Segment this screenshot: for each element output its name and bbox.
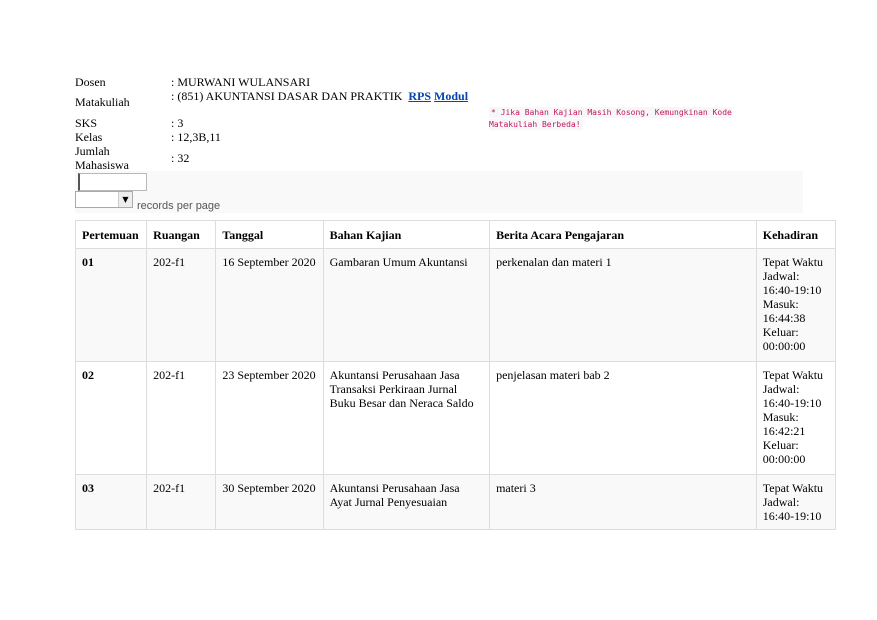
table-row: 03 202-f1 30 September 2020 Akuntansi Pe… — [74, 474, 837, 530]
search-input[interactable] — [78, 173, 147, 191]
kelas-label: Kelas — [75, 130, 103, 144]
matakuliah-value: : (851) AKUNTANSI DASAR DAN PRAKTIK — [171, 89, 403, 103]
jumlah-label: Jumlah Mahasiswa — [75, 144, 170, 172]
kehadiran-keluar-value: 00:00:00 — [762, 452, 806, 466]
cell-kehadiran: Tepat Waktu Jadwal: 16:40-19:10 Masuk: 1… — [755, 248, 837, 362]
kehadiran-masuk-value: 16:42:21 — [762, 424, 806, 438]
jumlah-value: : 32 — [171, 151, 190, 165]
kehadiran-jadwal-label: Jadwal: — [762, 269, 800, 283]
kehadiran-status: Tepat Waktu — [762, 255, 824, 269]
cell-bahan-kajian: Gambaran Umum Akuntansi — [322, 248, 491, 362]
col-header-tanggal[interactable]: Tanggal — [215, 220, 324, 249]
sks-value: : 3 — [171, 116, 184, 130]
kehadiran-masuk-label: Masuk: — [762, 410, 799, 424]
cell-berita-acara: materi 3 — [489, 474, 757, 530]
kelas-value: : 12,3B,11 — [171, 130, 221, 144]
kehadiran-masuk-label: Masuk: — [762, 297, 799, 311]
col-header-pertemuan[interactable]: Pertemuan — [74, 220, 148, 249]
cell-berita-acara: penjelasan materi bab 2 — [489, 361, 757, 475]
modul-link[interactable]: Modul — [434, 89, 468, 103]
kehadiran-keluar-label: Keluar: — [762, 325, 799, 339]
kehadiran-jadwal-value: 16:40-19:10 — [762, 283, 822, 297]
table-header-row: Pertemuan Ruangan Tanggal Bahan Kajian B… — [74, 220, 837, 249]
jumlah-label-line1: Jumlah — [75, 144, 110, 158]
matakuliah-label: Matakuliah — [75, 95, 130, 109]
note-wrap: * Jika Bahan Kajian Masih Kosong, Kemung… — [489, 106, 759, 130]
kehadiran-keluar-value: 00:00:00 — [762, 339, 806, 353]
kehadiran-jadwal-label: Jadwal: — [762, 495, 800, 509]
cell-berita-acara: perkenalan dan materi 1 — [489, 248, 757, 362]
cell-ruangan: 202-f1 — [146, 361, 217, 475]
kehadiran-status: Tepat Waktu — [762, 368, 824, 382]
matakuliah-value-group: : (851) AKUNTANSI DASAR DAN PRAKTIK RPS … — [171, 89, 468, 104]
table-row: 02 202-f1 23 September 2020 Akuntansi Pe… — [74, 361, 837, 475]
cell-pertemuan: 03 — [74, 474, 148, 530]
matakuliah-row: Matakuliah : (851) AKUNTANSI DASAR DAN P… — [75, 89, 775, 130]
cell-tanggal: 23 September 2020 — [215, 361, 324, 475]
cell-tanggal: 30 September 2020 — [215, 474, 324, 530]
jumlah-label-line2: Mahasiswa — [75, 158, 129, 172]
kehadiran-jadwal-label: Jadwal: — [762, 382, 800, 396]
col-header-kehadiran[interactable]: Kehadiran — [755, 220, 837, 249]
cell-pertemuan: 01 — [74, 248, 148, 362]
col-header-ruangan[interactable]: Ruangan — [146, 220, 217, 249]
cell-pertemuan: 02 — [74, 361, 148, 475]
table-controls: ▼ records per page — [75, 171, 803, 213]
cell-bahan-kajian: Akuntansi Perusahaan Jasa Transaksi Perk… — [322, 361, 491, 475]
dosen-label: Dosen — [75, 75, 106, 89]
cell-ruangan: 202-f1 — [146, 248, 217, 362]
records-per-page-label: records per page — [137, 200, 221, 212]
col-header-berita-acara[interactable]: Berita Acara Pengajaran — [489, 220, 757, 249]
attendance-table: Pertemuan Ruangan Tanggal Bahan Kajian B… — [74, 220, 837, 530]
table-row: 01 202-f1 16 September 2020 Gambaran Umu… — [74, 248, 837, 362]
course-code-note: * Jika Bahan Kajian Masih Kosong, Kemung… — [489, 107, 732, 130]
per-page-select[interactable]: ▼ — [75, 191, 133, 208]
cell-tanggal: 16 September 2020 — [215, 248, 324, 362]
cell-kehadiran: Tepat Waktu Jadwal: 16:40-19:10 Masuk: 1… — [755, 361, 837, 475]
kehadiran-jadwal-value: 16:40-19:10 — [762, 396, 822, 410]
cell-kehadiran: Tepat Waktu Jadwal: 16:40-19:10 — [755, 474, 837, 530]
rps-link[interactable]: RPS — [408, 89, 431, 103]
cell-ruangan: 202-f1 — [146, 474, 217, 530]
col-header-bahan-kajian[interactable]: Bahan Kajian — [322, 220, 491, 249]
cell-bahan-kajian: Akuntansi Perusahaan Jasa Ayat Jurnal Pe… — [322, 474, 491, 530]
kehadiran-jadwal-value: 16:40-19:10 — [762, 509, 822, 523]
kehadiran-status: Tepat Waktu — [762, 481, 824, 495]
dropdown-arrow-icon[interactable]: ▼ — [118, 192, 132, 207]
dosen-value: : MURWANI WULANSARI — [171, 75, 311, 89]
kehadiran-masuk-value: 16:44:38 — [762, 311, 806, 325]
sks-label: SKS — [75, 116, 98, 130]
kehadiran-keluar-label: Keluar: — [762, 438, 799, 452]
